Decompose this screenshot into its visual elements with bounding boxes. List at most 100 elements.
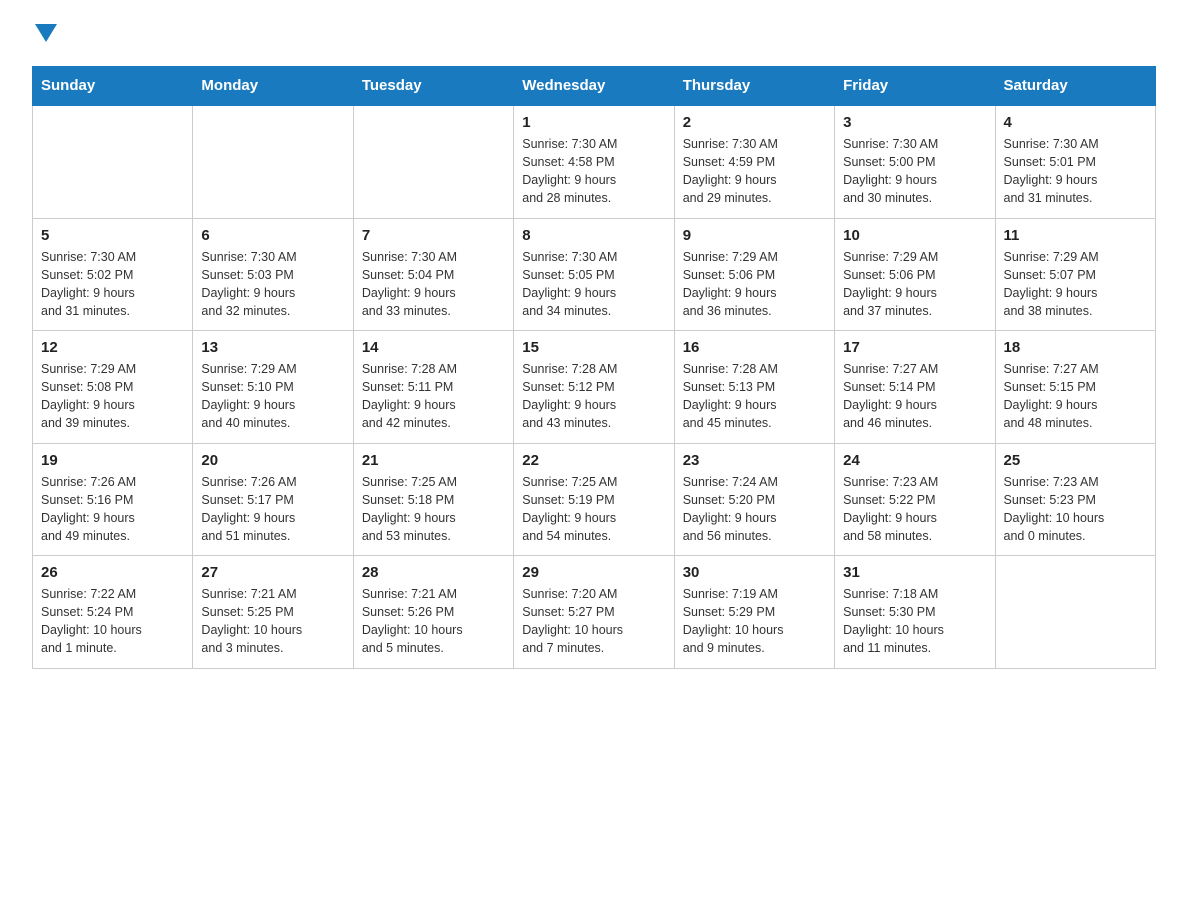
day-info: Sunrise: 7:24 AM Sunset: 5:20 PM Dayligh… — [683, 473, 826, 546]
calendar-cell: 14Sunrise: 7:28 AM Sunset: 5:11 PM Dayli… — [353, 331, 513, 444]
calendar-table: SundayMondayTuesdayWednesdayThursdayFrid… — [32, 66, 1156, 669]
calendar-header-thursday: Thursday — [674, 67, 834, 106]
day-info: Sunrise: 7:21 AM Sunset: 5:25 PM Dayligh… — [201, 585, 344, 658]
day-number: 30 — [683, 564, 826, 581]
day-info: Sunrise: 7:22 AM Sunset: 5:24 PM Dayligh… — [41, 585, 184, 658]
day-info: Sunrise: 7:29 AM Sunset: 5:08 PM Dayligh… — [41, 360, 184, 433]
calendar-cell: 9 Sunrise: 7:29 AM Sunset: 5:06 PM Daylig… — [674, 218, 834, 331]
day-info: Sunrise: 7:30 AM Sunset: 5:00 PM Dayligh… — [843, 135, 986, 208]
day-info: Sunrise: 7:27 AM Sunset: 5:15 PM Dayligh… — [1004, 360, 1147, 433]
day-number: 18 — [1004, 339, 1147, 356]
day-number: 20 — [201, 452, 344, 469]
day-number: 24 — [843, 452, 986, 469]
day-number: 3 — [843, 114, 986, 131]
day-number: 17 — [843, 339, 986, 356]
triangle-icon — [35, 24, 57, 46]
calendar-header-row: SundayMondayTuesdayWednesdayThursdayFrid… — [33, 67, 1156, 106]
day-number: 8 — [522, 227, 665, 244]
calendar-cell: 6 Sunrise: 7:30 AM Sunset: 5:03 PM Daylig… — [193, 218, 353, 331]
day-info: Sunrise: 7:21 AM Sunset: 5:26 PM Dayligh… — [362, 585, 505, 658]
calendar-header-monday: Monday — [193, 67, 353, 106]
day-info: Sunrise: 7:29 AM Sunset: 5:07 PM Dayligh… — [1004, 248, 1147, 321]
day-number: 26 — [41, 564, 184, 581]
day-number: 28 — [362, 564, 505, 581]
calendar-week-row: 1 Sunrise: 7:30 AM Sunset: 4:58 PM Daylig… — [33, 105, 1156, 218]
calendar-cell: 22Sunrise: 7:25 AM Sunset: 5:19 PM Dayli… — [514, 443, 674, 556]
day-number: 21 — [362, 452, 505, 469]
day-info: Sunrise: 7:30 AM Sunset: 5:03 PM Dayligh… — [201, 248, 344, 321]
calendar-cell: 21 Sunrise: 7:25 AM Sunset: 5:18 PM Dayli… — [353, 443, 513, 556]
calendar-cell: 20 Sunrise: 7:26 AM Sunset: 5:17 PM Dayli… — [193, 443, 353, 556]
day-number: 5 — [41, 227, 184, 244]
day-info: Sunrise: 7:29 AM Sunset: 5:10 PM Dayligh… — [201, 360, 344, 433]
calendar-cell: 18 Sunrise: 7:27 AM Sunset: 5:15 PM Dayli… — [995, 331, 1155, 444]
day-number: 9 — [683, 227, 826, 244]
calendar-cell: 25 Sunrise: 7:23 AM Sunset: 5:23 PM Dayli… — [995, 443, 1155, 556]
calendar-header-wednesday: Wednesday — [514, 67, 674, 106]
day-number: 13 — [201, 339, 344, 356]
logo — [32, 24, 57, 48]
day-number: 16 — [683, 339, 826, 356]
day-info: Sunrise: 7:30 AM Sunset: 5:02 PM Dayligh… — [41, 248, 184, 321]
day-info: Sunrise: 7:25 AM Sunset: 5:18 PM Dayligh… — [362, 473, 505, 546]
day-number: 15 — [522, 339, 665, 356]
calendar-cell: 15 Sunrise: 7:28 AM Sunset: 5:12 PM Dayli… — [514, 331, 674, 444]
calendar-header-friday: Friday — [835, 67, 995, 106]
day-info: Sunrise: 7:29 AM Sunset: 5:06 PM Dayligh… — [683, 248, 826, 321]
calendar-cell: 3 Sunrise: 7:30 AM Sunset: 5:00 PM Daylig… — [835, 105, 995, 218]
day-info: Sunrise: 7:26 AM Sunset: 5:17 PM Dayligh… — [201, 473, 344, 546]
day-number: 27 — [201, 564, 344, 581]
day-info: Sunrise: 7:30 AM Sunset: 4:58 PM Dayligh… — [522, 135, 665, 208]
day-info: Sunrise: 7:28 AM Sunset: 5:12 PM Dayligh… — [522, 360, 665, 433]
day-number: 25 — [1004, 452, 1147, 469]
calendar-header-sunday: Sunday — [33, 67, 193, 106]
day-info: Sunrise: 7:30 AM Sunset: 5:01 PM Dayligh… — [1004, 135, 1147, 208]
calendar-cell: 28 Sunrise: 7:21 AM Sunset: 5:26 PM Dayli… — [353, 556, 513, 669]
day-info: Sunrise: 7:20 AM Sunset: 5:27 PM Dayligh… — [522, 585, 665, 658]
calendar-cell — [33, 105, 193, 218]
day-info: Sunrise: 7:19 AM Sunset: 5:29 PM Dayligh… — [683, 585, 826, 658]
calendar-cell: 11 Sunrise: 7:29 AM Sunset: 5:07 PM Dayli… — [995, 218, 1155, 331]
calendar-cell: 27 Sunrise: 7:21 AM Sunset: 5:25 PM Dayli… — [193, 556, 353, 669]
calendar-week-row: 26 Sunrise: 7:22 AM Sunset: 5:24 PM Dayli… — [33, 556, 1156, 669]
calendar-cell: 2Sunrise: 7:30 AM Sunset: 4:59 PM Daylig… — [674, 105, 834, 218]
day-number: 1 — [522, 114, 665, 131]
calendar-cell: 12 Sunrise: 7:29 AM Sunset: 5:08 PM Dayli… — [33, 331, 193, 444]
calendar-cell: 13 Sunrise: 7:29 AM Sunset: 5:10 PM Dayli… — [193, 331, 353, 444]
day-number: 29 — [522, 564, 665, 581]
day-number: 11 — [1004, 227, 1147, 244]
day-number: 4 — [1004, 114, 1147, 131]
day-number: 23 — [683, 452, 826, 469]
day-number: 31 — [843, 564, 986, 581]
day-number: 12 — [41, 339, 184, 356]
calendar-cell — [353, 105, 513, 218]
day-number: 6 — [201, 227, 344, 244]
day-info: Sunrise: 7:18 AM Sunset: 5:30 PM Dayligh… — [843, 585, 986, 658]
calendar-cell: 26 Sunrise: 7:22 AM Sunset: 5:24 PM Dayli… — [33, 556, 193, 669]
calendar-cell: 31 Sunrise: 7:18 AM Sunset: 5:30 PM Dayli… — [835, 556, 995, 669]
calendar-cell: 1 Sunrise: 7:30 AM Sunset: 4:58 PM Daylig… — [514, 105, 674, 218]
calendar-week-row: 12 Sunrise: 7:29 AM Sunset: 5:08 PM Dayli… — [33, 331, 1156, 444]
calendar-cell: 8 Sunrise: 7:30 AM Sunset: 5:05 PM Daylig… — [514, 218, 674, 331]
calendar-cell: 24 Sunrise: 7:23 AM Sunset: 5:22 PM Dayli… — [835, 443, 995, 556]
calendar-week-row: 19 Sunrise: 7:26 AM Sunset: 5:16 PM Dayli… — [33, 443, 1156, 556]
day-info: Sunrise: 7:23 AM Sunset: 5:22 PM Dayligh… — [843, 473, 986, 546]
calendar-cell: 23 Sunrise: 7:24 AM Sunset: 5:20 PM Dayli… — [674, 443, 834, 556]
day-number: 2 — [683, 114, 826, 131]
page-header — [32, 24, 1156, 48]
day-info: Sunrise: 7:28 AM Sunset: 5:13 PM Dayligh… — [683, 360, 826, 433]
calendar-cell: 17 Sunrise: 7:27 AM Sunset: 5:14 PM Dayli… — [835, 331, 995, 444]
calendar-cell: 19 Sunrise: 7:26 AM Sunset: 5:16 PM Dayli… — [33, 443, 193, 556]
calendar-cell: 4 Sunrise: 7:30 AM Sunset: 5:01 PM Daylig… — [995, 105, 1155, 218]
day-number: 19 — [41, 452, 184, 469]
calendar-header-saturday: Saturday — [995, 67, 1155, 106]
day-info: Sunrise: 7:23 AM Sunset: 5:23 PM Dayligh… — [1004, 473, 1147, 546]
day-info: Sunrise: 7:30 AM Sunset: 5:05 PM Dayligh… — [522, 248, 665, 321]
day-info: Sunrise: 7:27 AM Sunset: 5:14 PM Dayligh… — [843, 360, 986, 433]
day-number: 10 — [843, 227, 986, 244]
day-info: Sunrise: 7:29 AM Sunset: 5:06 PM Dayligh… — [843, 248, 986, 321]
day-info: Sunrise: 7:30 AM Sunset: 5:04 PM Dayligh… — [362, 248, 505, 321]
day-number: 22 — [522, 452, 665, 469]
day-info: Sunrise: 7:26 AM Sunset: 5:16 PM Dayligh… — [41, 473, 184, 546]
day-number: 14 — [362, 339, 505, 356]
